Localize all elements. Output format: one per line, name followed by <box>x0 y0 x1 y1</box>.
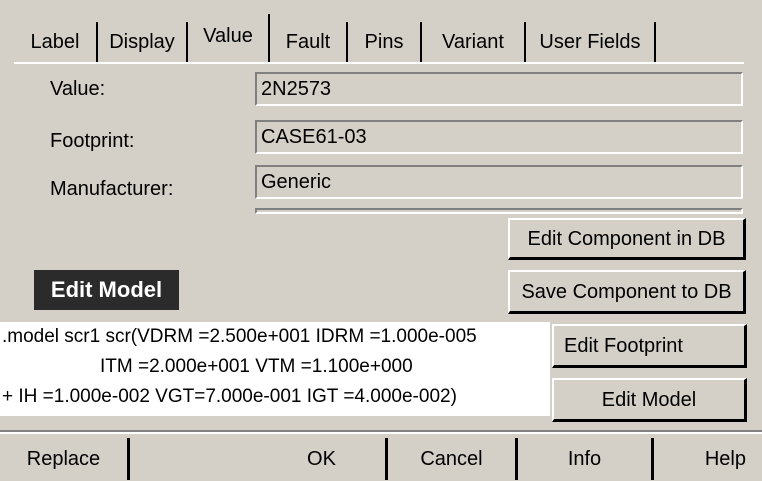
manufacturer-label: Manufacturer: <box>50 178 174 200</box>
save-component-to-db-button[interactable]: Save Component to DB <box>508 270 746 314</box>
footprint-label: Footprint: <box>50 130 135 152</box>
tab-bar: Label Display Value Fault Pins Variant U… <box>14 14 744 64</box>
edit-component-in-db-button[interactable]: Edit Component in DB <box>508 218 746 260</box>
tab-pins[interactable]: Pins <box>348 22 422 62</box>
tab-display[interactable]: Display <box>98 22 188 62</box>
footprint-field[interactable]: CASE61-03 <box>255 120 743 154</box>
tab-fault[interactable]: Fault <box>270 22 348 62</box>
tab-panel-edge <box>14 62 744 64</box>
model-line-1: .model scr1 scr(VDRM =2.500e+001 IDRM =1… <box>2 326 477 347</box>
info-button[interactable]: Info <box>518 438 654 480</box>
ok-button[interactable]: OK <box>258 438 388 480</box>
tab-user-fields[interactable]: User Fields <box>526 22 656 62</box>
help-button[interactable]: Help <box>654 438 762 480</box>
value-label: Value: <box>50 78 106 100</box>
tab-value[interactable]: Value <box>188 14 270 62</box>
bottom-separator-highlight <box>0 432 762 434</box>
model-text-box: .model scr1 scr(VDRM =2.500e+001 IDRM =1… <box>0 322 550 416</box>
tab-label[interactable]: Label <box>14 22 98 62</box>
model-line-2: ITM =2.000e+001 VTM =1.100e+000 <box>100 356 413 377</box>
cancel-button[interactable]: Cancel <box>388 438 518 480</box>
edit-model-callout: Edit Model <box>34 270 179 310</box>
model-line-3: + IH =1.000e-002 VGT=7.000e-001 IGT =4.0… <box>2 386 457 407</box>
tab-variant[interactable]: Variant <box>422 22 526 62</box>
edit-model-button[interactable]: Edit Model <box>552 378 747 422</box>
edit-footprint-button[interactable]: Edit Footprint <box>552 324 747 368</box>
manufacturer-field[interactable]: Generic <box>255 165 743 199</box>
extra-field[interactable] <box>255 208 743 214</box>
replace-button[interactable]: Replace <box>0 438 130 480</box>
value-field[interactable]: 2N2573 <box>255 72 743 106</box>
